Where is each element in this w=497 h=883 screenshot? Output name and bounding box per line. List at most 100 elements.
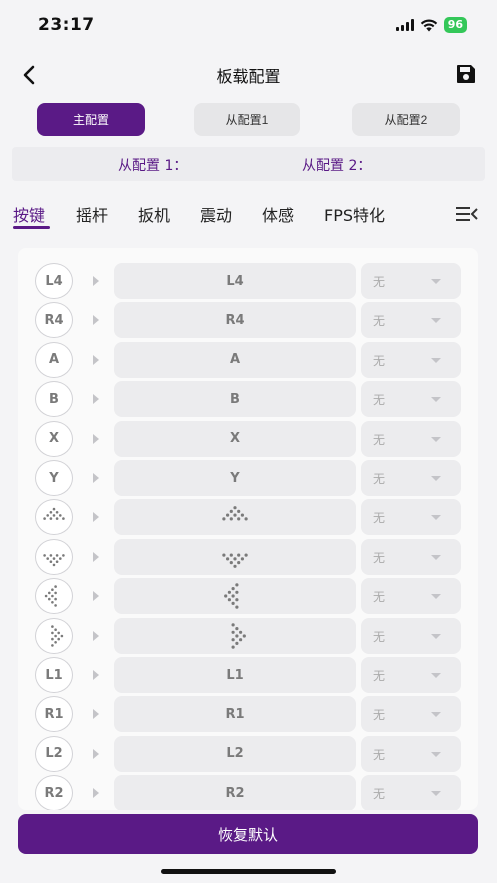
main-config-button[interactable]: 主配置 bbox=[37, 103, 145, 136]
mapped-key-dpad-right-icon[interactable] bbox=[114, 617, 356, 654]
mapping-row: R4 R4 无 bbox=[18, 302, 478, 339]
page-title: 板载配置 bbox=[216, 67, 281, 86]
mapping-dropdown[interactable]: 无 bbox=[361, 460, 461, 496]
source-button-badge[interactable]: X bbox=[35, 420, 73, 457]
expand-arrow-icon bbox=[93, 709, 99, 720]
mapping-dropdown[interactable]: 无 bbox=[361, 263, 461, 299]
mapping-dropdown[interactable]: 无 bbox=[361, 341, 461, 378]
source-button-badge[interactable]: R4 bbox=[35, 302, 73, 339]
chevron-down-icon bbox=[431, 279, 441, 284]
mapping-dropdown[interactable]: 无 bbox=[361, 538, 461, 575]
tab-trigger[interactable]: 扳机 bbox=[138, 202, 170, 226]
active-tab-indicator bbox=[13, 226, 50, 229]
mapping-row: 无 bbox=[18, 499, 478, 536]
mapped-key-field[interactable]: X bbox=[114, 420, 356, 457]
mapping-dropdown[interactable]: 无 bbox=[361, 657, 461, 693]
config-info-bar: 从配置 1： 从配置 2： bbox=[12, 147, 485, 181]
dropdown-value: 无 bbox=[373, 708, 386, 723]
dropdown-value: 无 bbox=[373, 275, 386, 289]
tab-motion[interactable]: 体感 bbox=[262, 202, 294, 226]
tab-joystick[interactable]: 摇杆 bbox=[76, 202, 108, 226]
mapped-key-field[interactable]: L2 bbox=[114, 735, 356, 772]
source-button-badge[interactable]: L4 bbox=[35, 263, 73, 299]
dropdown-value: 无 bbox=[373, 550, 386, 565]
mapping-row: L1 L1 无 bbox=[18, 657, 478, 693]
dpad-left-icon bbox=[224, 583, 239, 609]
sub-config-1-label: 从配置 1： bbox=[118, 158, 188, 174]
reset-default-button[interactable]: 恢复默认 bbox=[18, 814, 478, 854]
chevron-down-icon bbox=[431, 357, 441, 363]
status-bar: 23:17 96 bbox=[0, 0, 497, 50]
mapped-key-field[interactable]: L1 bbox=[114, 657, 356, 693]
source-button-badge[interactable]: B bbox=[35, 381, 73, 418]
chevron-down-icon bbox=[431, 633, 441, 639]
dpad-right-icon bbox=[51, 624, 64, 647]
mapping-row: R2 R2 无 bbox=[18, 775, 478, 810]
mapping-dropdown[interactable]: 无 bbox=[361, 617, 461, 654]
mapping-dropdown[interactable]: 无 bbox=[361, 735, 461, 772]
expand-arrow-icon bbox=[93, 512, 99, 523]
source-button-badge[interactable]: R2 bbox=[35, 775, 73, 810]
mapped-key-field[interactable]: R1 bbox=[114, 696, 356, 733]
status-icons: 96 bbox=[395, 17, 467, 33]
expand-arrow-icon bbox=[93, 473, 99, 483]
mapped-key-field[interactable]: R2 bbox=[114, 775, 356, 810]
source-button-badge[interactable]: Y bbox=[35, 460, 73, 496]
config-selector: 主配置 从配置1 从配置2 bbox=[0, 103, 497, 137]
chevron-down-icon bbox=[431, 515, 441, 521]
chevron-left-icon bbox=[23, 65, 35, 85]
tab-fps[interactable]: FPS特化 bbox=[324, 202, 385, 226]
mapped-key-field[interactable]: L4 bbox=[114, 263, 356, 299]
dropdown-value: 无 bbox=[373, 314, 386, 329]
dpad-right-icon bbox=[231, 622, 246, 649]
sub-config-1-button[interactable]: 从配置1 bbox=[194, 103, 300, 136]
mapped-key-field[interactable]: R4 bbox=[114, 302, 356, 339]
mapped-key-dpad-down-icon[interactable] bbox=[114, 538, 356, 575]
source-button-badge[interactable]: L2 bbox=[35, 735, 73, 772]
mapping-dropdown[interactable]: 无 bbox=[361, 775, 461, 810]
source-button-badge[interactable]: L1 bbox=[35, 657, 73, 693]
back-button[interactable] bbox=[16, 62, 42, 88]
mapped-key-field[interactable]: A bbox=[114, 341, 356, 378]
status-time: 23:17 bbox=[38, 15, 95, 35]
mapping-dropdown[interactable]: 无 bbox=[361, 578, 461, 615]
mapped-key-dpad-left-icon[interactable] bbox=[114, 578, 356, 615]
mapping-row: YY无 bbox=[18, 460, 478, 496]
dpad-left-icon bbox=[44, 585, 57, 607]
signal-icon bbox=[395, 19, 414, 31]
mapped-key-field[interactable]: Y bbox=[114, 460, 356, 496]
mapped-key-dpad-up-icon[interactable] bbox=[114, 499, 356, 536]
mapping-row: 无 bbox=[18, 538, 478, 575]
dpad-down-icon bbox=[222, 553, 248, 568]
chevron-down-icon bbox=[431, 554, 441, 560]
source-button-dpad-right-icon[interactable] bbox=[35, 617, 73, 654]
mapped-key-field[interactable]: B bbox=[114, 381, 356, 418]
save-button[interactable] bbox=[455, 63, 479, 87]
mapping-row: L2 L2 无 bbox=[18, 735, 478, 772]
source-button-badge[interactable]: A bbox=[35, 341, 73, 378]
mapping-dropdown[interactable]: 无 bbox=[361, 696, 461, 733]
dropdown-value: 无 bbox=[373, 472, 386, 486]
collapse-menu-icon[interactable] bbox=[456, 205, 478, 223]
chevron-down-icon bbox=[431, 673, 441, 678]
mapping-dropdown[interactable]: 无 bbox=[361, 302, 461, 339]
expand-arrow-icon bbox=[93, 394, 99, 405]
source-button-dpad-left-icon[interactable] bbox=[35, 578, 73, 615]
source-button-dpad-up-icon[interactable] bbox=[35, 499, 73, 536]
dropdown-value: 无 bbox=[373, 511, 386, 526]
source-button-badge[interactable]: R1 bbox=[35, 696, 73, 733]
expand-arrow-icon bbox=[93, 433, 99, 444]
tab-bar: 按键 摇杆 扳机 震动 体感 FPS特化 bbox=[0, 200, 497, 232]
tab-buttons[interactable]: 按键 bbox=[13, 202, 45, 226]
mapping-row: AA无 bbox=[18, 341, 478, 378]
mapping-row: L4 L4 无 bbox=[18, 263, 478, 299]
mapping-dropdown[interactable]: 无 bbox=[361, 420, 461, 457]
chevron-down-icon bbox=[431, 791, 441, 797]
dropdown-value: 无 bbox=[373, 787, 386, 802]
dpad-down-icon bbox=[43, 553, 65, 566]
mapping-dropdown[interactable]: 无 bbox=[361, 381, 461, 418]
tab-vibration[interactable]: 震动 bbox=[200, 202, 232, 226]
mapping-dropdown[interactable]: 无 bbox=[361, 499, 461, 536]
source-button-dpad-down-icon[interactable] bbox=[35, 538, 73, 575]
sub-config-2-button[interactable]: 从配置2 bbox=[352, 103, 460, 136]
